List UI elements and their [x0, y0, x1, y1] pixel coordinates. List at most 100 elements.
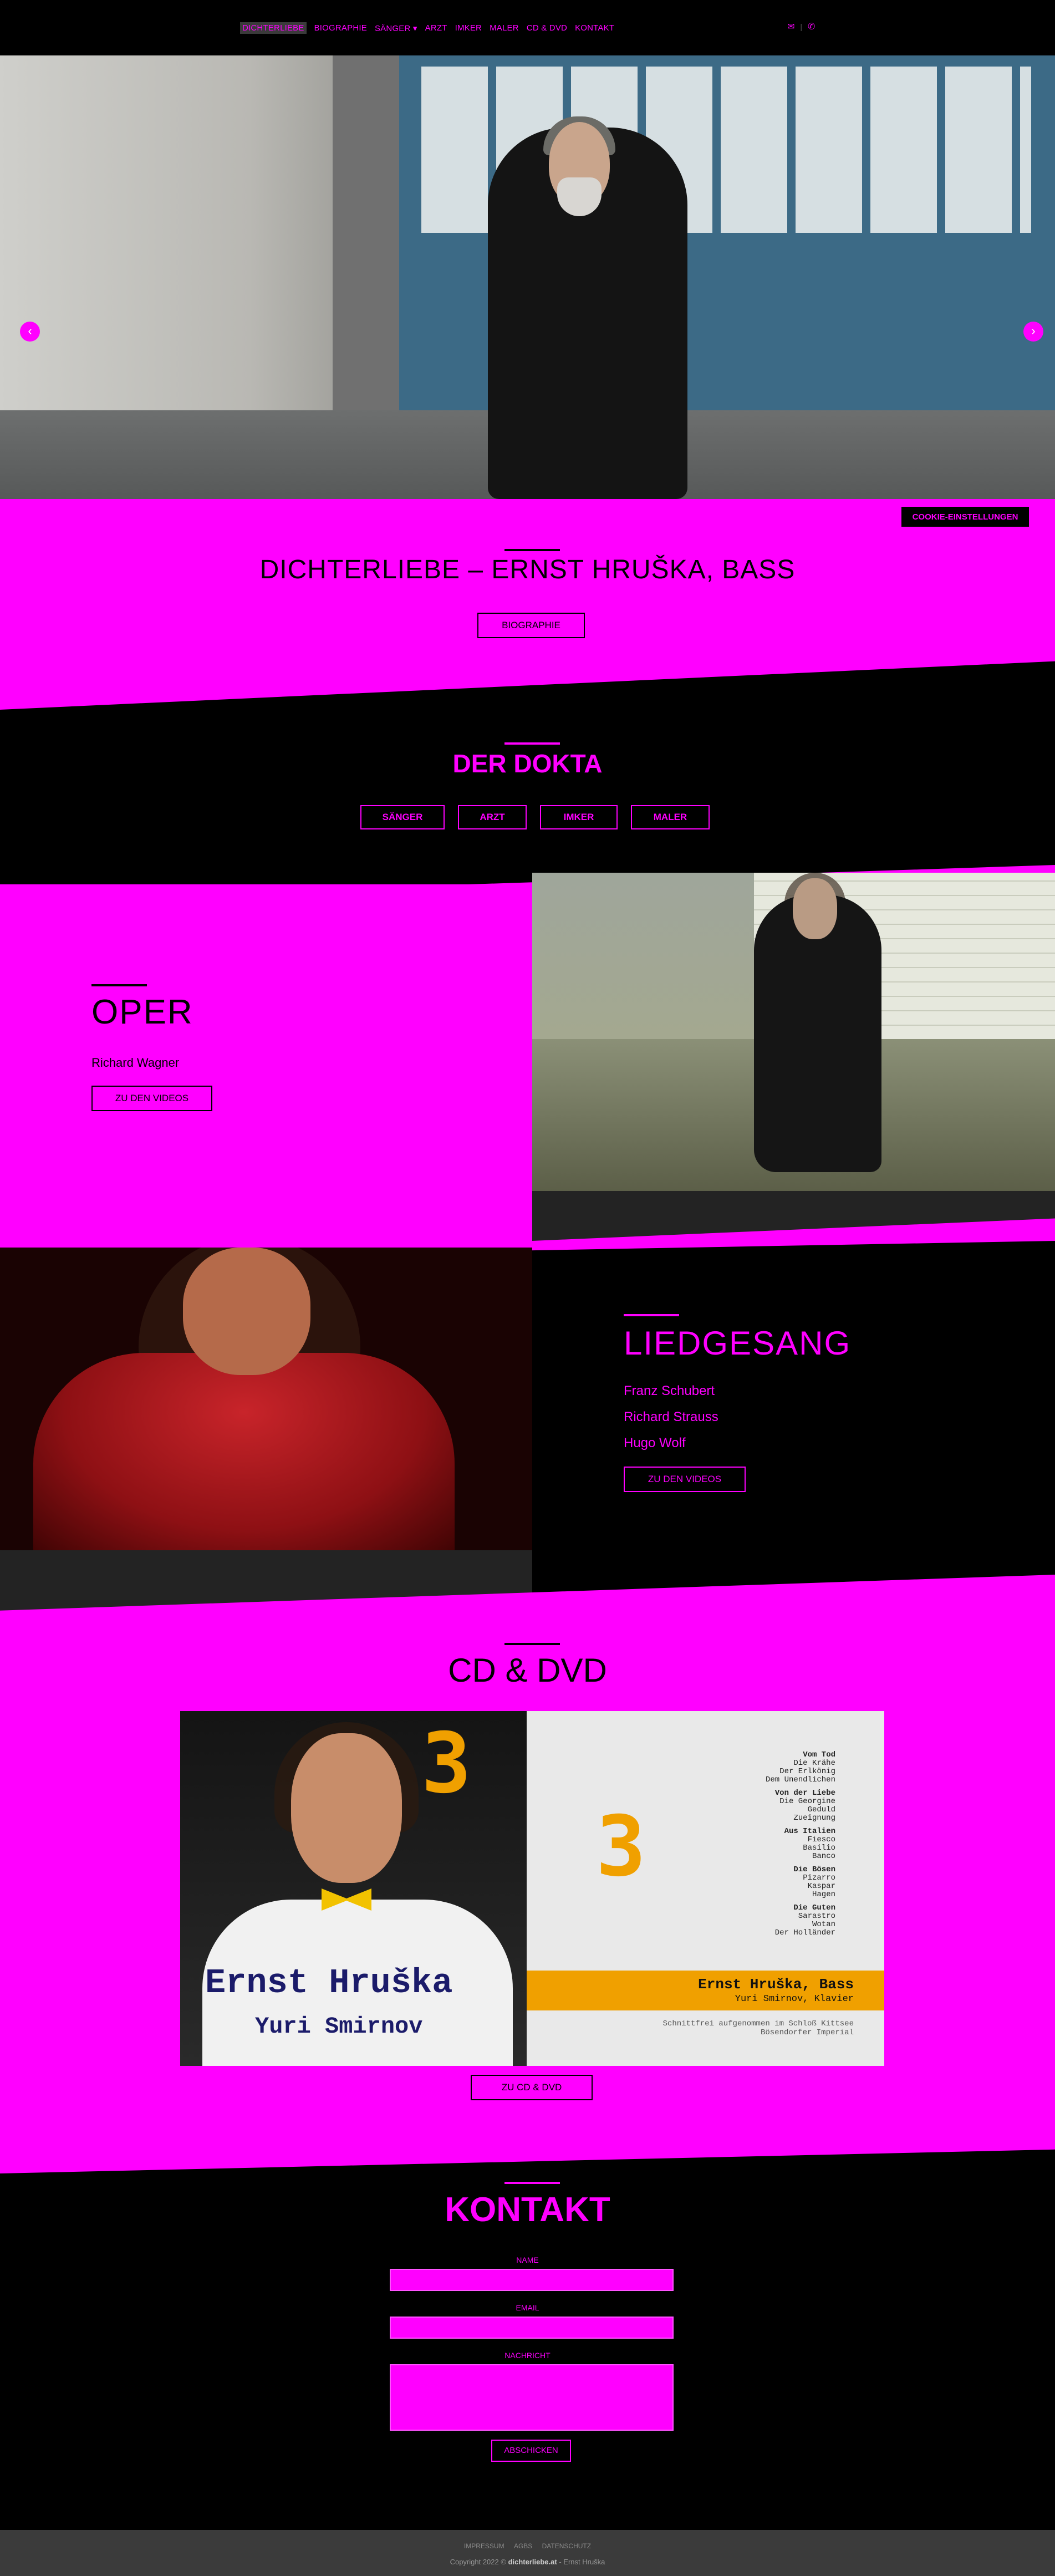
phone-icon[interactable]: ✆	[808, 21, 815, 32]
title-divider	[504, 549, 560, 551]
mail-icon[interactable]: ✉	[787, 21, 794, 32]
nav-item-imker[interactable]: Imker	[455, 23, 482, 33]
composer-link[interactable]: Franz Schubert	[624, 1383, 715, 1399]
maler-button[interactable]: Maler	[631, 805, 710, 829]
name-label: Name	[516, 2256, 539, 2264]
cookie-settings-button[interactable]: Cookie-Einstellungen	[901, 507, 1029, 527]
title-divider	[91, 984, 147, 986]
top-navigation: Dichterliebe Biographie Sänger ▾ Arzt Im…	[0, 0, 1055, 55]
footer-link-impressum[interactable]: Impressum	[464, 2542, 504, 2550]
oper-text-panel	[0, 884, 532, 1256]
intro-section: DICHTERLIEBE – ERNST HRUŠKA, BASS Biogra…	[0, 499, 1055, 710]
slider-prev-button[interactable]: ‹	[20, 322, 40, 342]
lied-videos-button[interactable]: Zu den Videos	[624, 1467, 746, 1492]
footer-links: Impressum AGBs Datenschutz	[0, 2542, 1055, 2550]
track-group-heading: Aus Italien	[784, 1827, 835, 1836]
nav-item-dichterliebe[interactable]: Dichterliebe	[240, 22, 307, 34]
track-item: Pizarro	[803, 1874, 835, 1882]
footer-link-agbs[interactable]: AGBs	[514, 2542, 532, 2550]
message-field[interactable]	[390, 2364, 674, 2431]
saenger-button[interactable]: Sänger	[360, 805, 445, 829]
track-item: Kaspar	[807, 1882, 835, 1891]
nav-item-saenger[interactable]: Sänger ▾	[375, 23, 417, 33]
nav-item-arzt[interactable]: Arzt	[425, 23, 447, 33]
slider-next-button[interactable]: ›	[1023, 322, 1043, 342]
lied-title: LIEDGESANG	[624, 1325, 852, 1362]
cd-cover-back: 3 Vom Tod Die Krähe Der Erlkönig Dem Une…	[527, 1711, 884, 2066]
imker-button[interactable]: Imker	[540, 805, 618, 829]
track-item: Geduld	[807, 1805, 835, 1814]
cd-cover-image[interactable]: 3 Ernst Hruška Yuri Smirnov 3 Vom Tod Di…	[180, 1711, 884, 2066]
cd-band-line2: Yuri Smirnov, Klavier	[735, 1994, 854, 2004]
cd-artist-band: Ernst Hruška, Bass Yuri Smirnov, Klavier	[527, 1971, 884, 2010]
oper-title: OPER	[91, 993, 193, 1031]
copyright-site-link[interactable]: dichterliebe.at	[508, 2558, 557, 2566]
footer: Impressum AGBs Datenschutz Copyright 202…	[0, 2530, 1055, 2576]
copyright-prefix: Copyright 2022 ©	[450, 2558, 506, 2566]
lied-photo-shirt	[33, 1353, 455, 1550]
track-group-heading: Vom Tod	[803, 1750, 835, 1759]
page-title: DICHTERLIEBE – ERNST HRUŠKA, BASS	[259, 555, 796, 584]
email-label: Email	[516, 2303, 539, 2312]
cd-recording-line1: Schnittfrei aufgenommen im Schloß Kittse…	[662, 2019, 854, 2028]
track-item: Der Erlkönig	[779, 1767, 835, 1776]
cd-recording-line2: Bösendorfer Imperial	[760, 2028, 854, 2037]
cd-photo-head	[291, 1733, 402, 1883]
track-item: Die Georgine	[779, 1797, 835, 1806]
oper-photo-head	[793, 878, 837, 939]
nav-item-maler[interactable]: Maler	[490, 23, 519, 33]
cd-dvd-button[interactable]: Zu CD & DVD	[471, 2075, 593, 2100]
biographie-button[interactable]: Biographie	[477, 613, 585, 638]
arzt-button[interactable]: Arzt	[458, 805, 527, 829]
icon-divider: |	[800, 22, 803, 31]
composer-link[interactable]: Hugo Wolf	[624, 1435, 686, 1451]
cd-cover-front: 3 Ernst Hruška Yuri Smirnov	[180, 1711, 527, 2066]
cd-band-line1: Ernst Hruška, Bass	[698, 1976, 854, 1993]
title-divider	[504, 2182, 560, 2184]
track-item: Wotan	[812, 1920, 835, 1929]
composer-link[interactable]: Richard Strauss	[624, 1409, 718, 1425]
contact-icons: ✉ | ✆	[787, 21, 815, 32]
track-item: Sarastro	[798, 1912, 835, 1921]
track-item: Basilio	[803, 1844, 835, 1852]
cd-pianist-name: Yuri Smirnov	[255, 2013, 423, 2040]
name-field[interactable]	[390, 2269, 674, 2291]
cd-track-list: Vom Tod Die Krähe Der Erlkönig Dem Unend…	[766, 1751, 835, 1937]
cd-recording-note: Schnittfrei aufgenommen im Schloß Kittse…	[527, 2019, 854, 2037]
contact-title: KONTAKT	[445, 2191, 610, 2229]
track-group-heading: Die Guten	[793, 1903, 835, 1912]
main-menu: Dichterliebe Biographie Sänger ▾ Arzt Im…	[240, 22, 622, 34]
track-item: Zueignung	[793, 1814, 835, 1822]
dokta-buttons: Sänger Arzt Imker Maler	[360, 805, 710, 829]
dokta-title: DER DOKTA	[452, 749, 603, 778]
track-group-heading: Von der Liebe	[774, 1789, 835, 1798]
track-item: Dem Unendlichen	[765, 1775, 835, 1784]
track-item: Fiesco	[807, 1835, 835, 1844]
cd-title: CD & DVD	[448, 1652, 607, 1689]
cd-volume-number: 3	[596, 1799, 646, 1895]
cd-artist-name: Ernst Hruška	[205, 1963, 453, 2003]
lied-photo	[0, 1248, 532, 1550]
lied-photo-head	[183, 1248, 310, 1375]
copyright: Copyright 2022 © dichterliebe.at - Ernst…	[0, 2558, 1055, 2566]
track-item: Der Holländer	[774, 1928, 835, 1937]
nav-item-biographie[interactable]: Biographie	[314, 23, 367, 33]
track-item: Hagen	[812, 1890, 835, 1899]
title-divider	[504, 1643, 560, 1645]
copyright-suffix: - Ernst Hruška	[559, 2558, 605, 2566]
track-item: Die Krähe	[793, 1759, 835, 1768]
footer-link-datenschutz[interactable]: Datenschutz	[542, 2542, 591, 2550]
track-group-heading: Die Bösen	[793, 1865, 835, 1874]
message-label: Nachricht	[504, 2351, 551, 2360]
title-divider	[504, 742, 560, 745]
hero-slider: ‹ ›	[0, 55, 1055, 499]
oper-videos-button[interactable]: Zu den Videos	[91, 1086, 212, 1111]
oper-photo	[532, 873, 1055, 1191]
title-divider	[624, 1314, 679, 1316]
nav-item-cd-dvd[interactable]: CD & DVD	[527, 23, 567, 33]
send-button[interactable]: Abschicken	[491, 2440, 571, 2462]
email-field[interactable]	[390, 2317, 674, 2339]
oper-subtitle: Richard Wagner	[91, 1056, 180, 1070]
nav-item-kontakt[interactable]: Kontakt	[575, 23, 614, 33]
track-item: Banco	[812, 1852, 835, 1861]
